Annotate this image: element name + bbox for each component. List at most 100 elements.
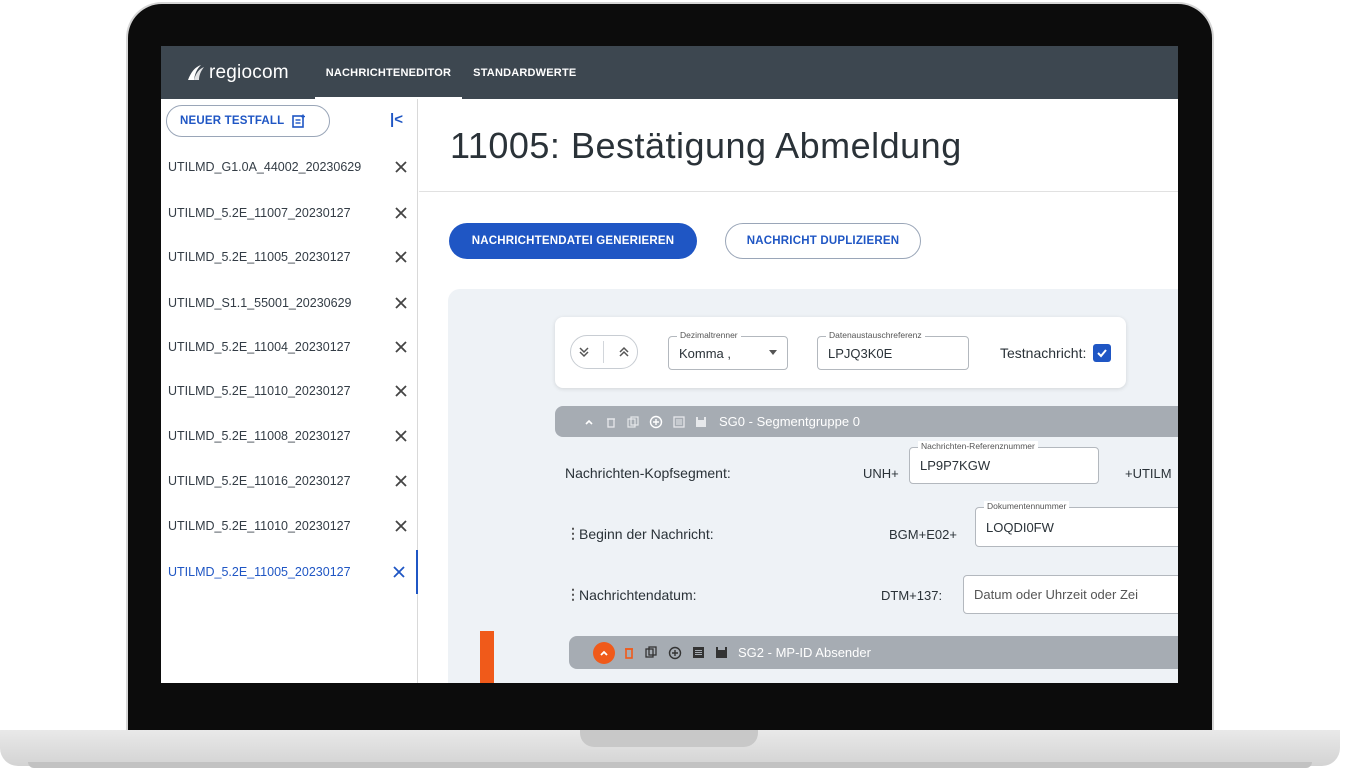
sidebar-case-item[interactable]: UTILMD_5.2E_11010_20230127 — [161, 504, 418, 548]
tab-nachrichteneditor[interactable]: NACHRICHTENEDITOR — [314, 46, 463, 99]
sidebar-case-item[interactable]: UTILMD_5.2E_11010_20230127 — [161, 369, 418, 413]
sidebar-case-item-active[interactable]: UTILMD_5.2E_11005_20230127 — [161, 550, 418, 594]
brand-name: regiocom — [209, 61, 289, 83]
laptop-notch — [580, 730, 758, 747]
segment-group-2-title: SG2 - MP-ID Absender — [738, 645, 871, 660]
sidebar-case-item[interactable]: UTILMD_5.2E_11005_20230127 — [161, 235, 418, 279]
add-document-icon — [292, 114, 306, 128]
close-icon[interactable] — [393, 339, 409, 355]
case-label: UTILMD_G1.0A_44002_20230629 — [168, 160, 362, 174]
decimal-separator-label: Dezimaltrenner — [677, 330, 741, 340]
message-begin-prefix: BGM+E02+ — [889, 527, 957, 542]
message-date-placeholder: Datum oder Uhrzeit oder Zei — [974, 587, 1139, 602]
add-circle-icon[interactable] — [668, 646, 682, 660]
case-label: UTILMD_5.2E_11004_20230127 — [168, 340, 351, 354]
case-label: UTILMD_S1.1_55001_20230629 — [168, 296, 352, 310]
collapse-sidebar-icon[interactable]: |< — [390, 111, 403, 128]
top-navigation-bar: regiocom NACHRICHTENEDITOR STANDARDWERTE — [161, 46, 1178, 99]
case-label: UTILMD_5.2E_11010_20230127 — [168, 384, 351, 398]
header-segment-prefix: UNH+ — [863, 466, 899, 481]
test-case-sidebar: NEUER TESTFALL |< UTILMD_G1.0A_44002_202… — [161, 99, 418, 683]
add-circle-icon[interactable] — [649, 415, 663, 429]
segment-group-0-title: SG0 - Segmentgruppe 0 — [719, 414, 860, 429]
main-content: 11005: Bestätigung Abmeldung NACHRICHTEN… — [419, 99, 1178, 683]
close-icon[interactable] — [393, 249, 409, 265]
sidebar-case-item[interactable]: UTILMD_5.2E_11016_20230127 — [161, 459, 418, 503]
case-label: UTILMD_5.2E_11005_20230127 — [168, 565, 351, 579]
save-icon[interactable] — [695, 416, 707, 428]
tab-standardwerte[interactable]: STANDARDWERTE — [462, 46, 587, 99]
document-number-label: Dokumentennummer — [984, 501, 1070, 511]
segment-group-2-bar[interactable]: SG2 - MP-ID Absender — [569, 636, 1178, 669]
sidebar-case-item[interactable]: UTILMD_5.2E_11007_20230127 — [161, 191, 418, 235]
laptop-base-shadow — [28, 762, 1312, 768]
message-begin-label: Beginn der Nachricht: — [579, 526, 714, 542]
close-icon[interactable] — [393, 473, 409, 489]
drag-handle-icon[interactable]: ⋮ — [566, 525, 580, 542]
new-test-case-button[interactable]: NEUER TESTFALL — [166, 105, 330, 137]
data-exchange-reference-value: LPJQ3K0E — [828, 345, 893, 361]
message-reference-number-label: Nachrichten-Referenznummer — [918, 441, 1038, 451]
duplicate-message-button[interactable]: NACHRICHT DUPLIZIEREN — [725, 223, 921, 259]
message-date-prefix: DTM+137: — [881, 588, 943, 603]
message-reference-number-value: LP9P7KGW — [920, 458, 991, 473]
test-message-toggle: Testnachricht: — [1000, 344, 1112, 362]
copy-icon[interactable] — [627, 415, 639, 428]
divider — [603, 341, 605, 363]
close-icon[interactable] — [393, 295, 409, 311]
delete-icon[interactable] — [623, 646, 635, 660]
test-message-label: Testnachricht: — [1000, 345, 1087, 361]
case-label: UTILMD_5.2E_11008_20230127 — [168, 429, 351, 443]
sidebar-case-item[interactable]: UTILMD_S1.1_55001_20230629 — [161, 281, 418, 325]
case-label: UTILMD_5.2E_11010_20230127 — [168, 519, 351, 533]
expand-all-icon[interactable] — [577, 345, 591, 359]
header-segment-label: Nachrichten-Kopfsegment: — [565, 465, 731, 481]
segment-group-0-bar[interactable]: SG0 - Segmentgruppe 0 — [555, 406, 1178, 437]
copy-icon[interactable] — [645, 646, 658, 659]
dropdown-caret-icon — [769, 350, 777, 355]
case-label: UTILMD_5.2E_11005_20230127 — [168, 250, 351, 264]
decimal-separator-value: Komma , — [679, 345, 732, 361]
close-icon[interactable] — [393, 205, 409, 221]
checkmark-icon — [1097, 349, 1108, 358]
expand-collapse-group — [570, 335, 638, 369]
list-icon[interactable] — [673, 415, 685, 428]
test-message-checkbox[interactable] — [1093, 344, 1112, 362]
message-workspace: Dezimaltrenner Komma , Datenaustauschref… — [448, 289, 1178, 683]
app-screen: regiocom NACHRICHTENEDITOR STANDARDWERTE… — [161, 46, 1178, 683]
data-exchange-reference-field[interactable]: Datenaustauschreferenz LPJQ3K0E — [817, 330, 969, 370]
close-icon[interactable] — [393, 383, 409, 399]
message-reference-number-field[interactable]: Nachrichten-Referenznummer LP9P7KGW — [909, 441, 1099, 484]
case-label: UTILMD_5.2E_11007_20230127 — [168, 206, 351, 220]
close-icon[interactable] — [393, 428, 409, 444]
message-date-label: Nachrichtendatum: — [579, 587, 697, 603]
close-icon[interactable] — [391, 564, 407, 580]
list-icon[interactable] — [692, 646, 705, 659]
data-exchange-reference-label: Datenaustauschreferenz — [826, 330, 925, 340]
close-icon[interactable] — [393, 518, 409, 534]
chevron-up-icon[interactable] — [593, 641, 615, 664]
error-marker — [480, 631, 494, 683]
chevron-up-icon[interactable] — [583, 416, 595, 428]
generate-message-file-button[interactable]: NACHRICHTENDATEI GENERIEREN — [449, 223, 697, 259]
sidebar-case-item[interactable]: UTILMD_5.2E_11008_20230127 — [161, 414, 418, 458]
collapse-all-icon[interactable] — [617, 345, 631, 359]
decimal-separator-select[interactable]: Dezimaltrenner Komma , — [668, 330, 788, 370]
document-number-field[interactable]: Dokumentennummer LOQDI0FW — [975, 501, 1178, 547]
message-date-input[interactable]: Datum oder Uhrzeit oder Zei — [963, 575, 1178, 614]
save-icon[interactable] — [715, 646, 728, 659]
case-label: UTILMD_5.2E_11016_20230127 — [168, 474, 351, 488]
drag-handle-icon[interactable]: ⋮ — [566, 586, 580, 603]
delete-icon[interactable] — [605, 416, 617, 428]
sidebar-case-item[interactable]: UTILMD_5.2E_11004_20230127 — [161, 325, 418, 369]
brand-logo[interactable]: regiocom — [185, 62, 289, 84]
regiocom-logo-icon — [188, 64, 204, 80]
header-segment-suffix: +UTILM — [1125, 466, 1172, 481]
document-number-value: LOQDI0FW — [986, 519, 1054, 535]
new-test-case-label: NEUER TESTFALL — [180, 115, 285, 127]
title-divider — [419, 191, 1178, 192]
message-settings-card: Dezimaltrenner Komma , Datenaustauschref… — [555, 317, 1126, 388]
page-title: 11005: Bestätigung Abmeldung — [450, 125, 962, 166]
sidebar-case-item[interactable]: UTILMD_G1.0A_44002_20230629 — [161, 145, 418, 189]
close-icon[interactable] — [393, 159, 409, 175]
